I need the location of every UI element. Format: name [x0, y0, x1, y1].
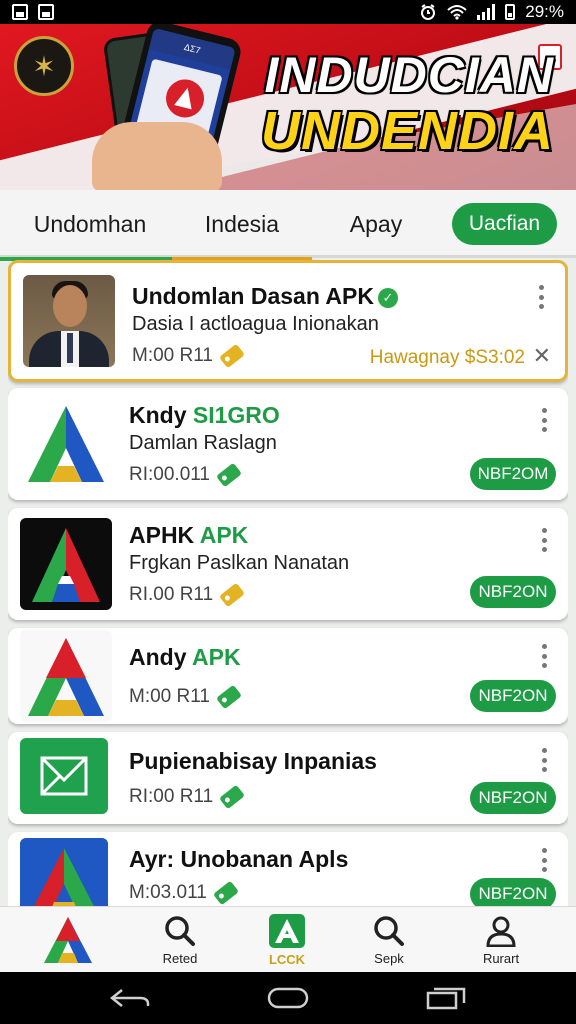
status-bar: 29:% [0, 0, 576, 24]
app-icon [20, 630, 112, 722]
gallery-notification-icon [12, 4, 28, 20]
app-icon [20, 738, 108, 814]
app-meta: M:00 R11 [129, 684, 242, 710]
tag-icon [219, 784, 246, 810]
promo-banner[interactable]: ΔΣ7 INDUDCIAN UNDENDIA [0, 24, 576, 190]
nav-home[interactable] [18, 907, 118, 973]
more-options-icon[interactable] [534, 644, 554, 668]
person-icon [486, 916, 516, 947]
app-list: Undomlan Dasan APK ✓ Dasia I actloagua In… [8, 260, 568, 906]
nav-rurart[interactable]: Rurart [451, 907, 551, 973]
app-name: Ayr: Unobanan Apls [129, 846, 349, 872]
tab-uacfian[interactable]: Uacfian [452, 203, 557, 245]
more-options-icon[interactable] [534, 848, 554, 872]
home-icon[interactable] [266, 986, 310, 1010]
install-button[interactable]: NBF2OM [470, 458, 556, 490]
signal-icon [477, 4, 496, 20]
app-description: Frgkan Paslkan Nanatan [129, 552, 350, 574]
app-meta: M:03.011 [129, 880, 239, 906]
banner-title-line1: INDUDCIAN [264, 47, 554, 103]
nav-label: Sepk [374, 950, 404, 966]
list-item[interactable]: Ayr: Unobanan Apls M:03.011 NBF2ON [8, 832, 568, 906]
app-icon [20, 398, 112, 490]
app-price: Hawagnay $S3:02 [369, 347, 525, 368]
tag-icon [216, 462, 242, 488]
close-icon[interactable]: ✕ [533, 343, 551, 369]
tab-undomhan[interactable]: Undomhan [0, 190, 180, 261]
app-description: Dasia I actloagua Inionakan [132, 313, 379, 335]
system-navigation-bar [0, 972, 576, 1024]
tag-icon [218, 343, 245, 369]
app-icon [20, 518, 112, 610]
list-item[interactable]: Andy APK M:00 R11 NBF2ON [8, 628, 568, 724]
battery-level: 29:% [525, 2, 564, 21]
wifi-icon [447, 5, 467, 20]
list-item[interactable]: Kndy SI1GRO Damlan Raslagn RI:00.011 NBF… [8, 388, 568, 500]
app-name: Undomlan Dasan APK ✓ [132, 283, 398, 310]
tab-apay[interactable]: Apay [316, 190, 436, 258]
list-item[interactable]: Undomlan Dasan APK ✓ Dasia I actloagua In… [8, 260, 568, 382]
app-icon [20, 838, 108, 906]
install-button[interactable]: NBF2ON [470, 782, 556, 814]
app-name: Pupienabisay Inpanias [129, 748, 377, 774]
app-name: Kndy SI1GRO [129, 402, 280, 428]
nav-label: Rurart [482, 950, 520, 966]
bottom-navigation: Reted LCCK Sepk Rurart [0, 906, 576, 972]
nav-label: Reted [162, 950, 198, 966]
back-icon[interactable] [108, 986, 152, 1010]
list-item[interactable]: APHK APK Frgkan Paslkan Nanatan RI.00 R1… [8, 508, 568, 620]
nav-reted[interactable]: Reted [130, 907, 230, 973]
app-meta: RI:00.011 [129, 462, 242, 488]
search-icon [374, 915, 404, 946]
nav-lock[interactable]: LCCK [237, 907, 337, 973]
more-options-icon[interactable] [534, 748, 554, 772]
alarm-icon [421, 4, 436, 20]
emblem-logo [14, 36, 74, 96]
list-item[interactable]: Pupienabisay Inpanias RI:00 R11 NBF2ON [8, 732, 568, 824]
verified-icon: ✓ [377, 287, 398, 308]
more-options-icon[interactable] [534, 408, 554, 432]
more-options-icon[interactable] [531, 285, 551, 309]
hand-illustration [92, 122, 222, 190]
developer-photo [23, 275, 115, 367]
install-button[interactable]: NBF2ON [470, 576, 556, 608]
battery-icon [505, 4, 516, 20]
install-button[interactable]: NBF2ON [470, 878, 556, 906]
tag-icon [212, 880, 239, 906]
app-logo-icon [44, 917, 92, 963]
more-options-icon[interactable] [534, 528, 554, 552]
image-notification-icon [38, 4, 54, 20]
recents-icon[interactable] [424, 986, 468, 1010]
category-tabs: Undomhan Indesia Apay Uacfian [0, 190, 576, 261]
tag-icon [219, 582, 246, 608]
app-meta: RI.00 R11 [129, 582, 246, 608]
app-logo-icon [161, 75, 209, 122]
search-icon [165, 915, 195, 946]
tab-indesia[interactable]: Indesia [172, 190, 312, 261]
tag-icon [215, 684, 242, 710]
store-a-icon [269, 913, 305, 948]
install-button[interactable]: NBF2ON [470, 680, 556, 712]
banner-title: INDUDCIAN UNDENDIA [261, 50, 554, 158]
nav-label: LCCK [268, 951, 306, 967]
app-meta: RI:00 R11 [129, 784, 246, 810]
banner-title-line2: UNDENDIA [260, 101, 554, 161]
app-name: Andy APK [129, 644, 241, 670]
nav-sepk[interactable]: Sepk [339, 907, 439, 973]
app-name: APHK APK [129, 522, 249, 548]
app-meta: M:00 R11 [132, 343, 245, 369]
app-description: Damlan Raslagn [129, 432, 277, 454]
